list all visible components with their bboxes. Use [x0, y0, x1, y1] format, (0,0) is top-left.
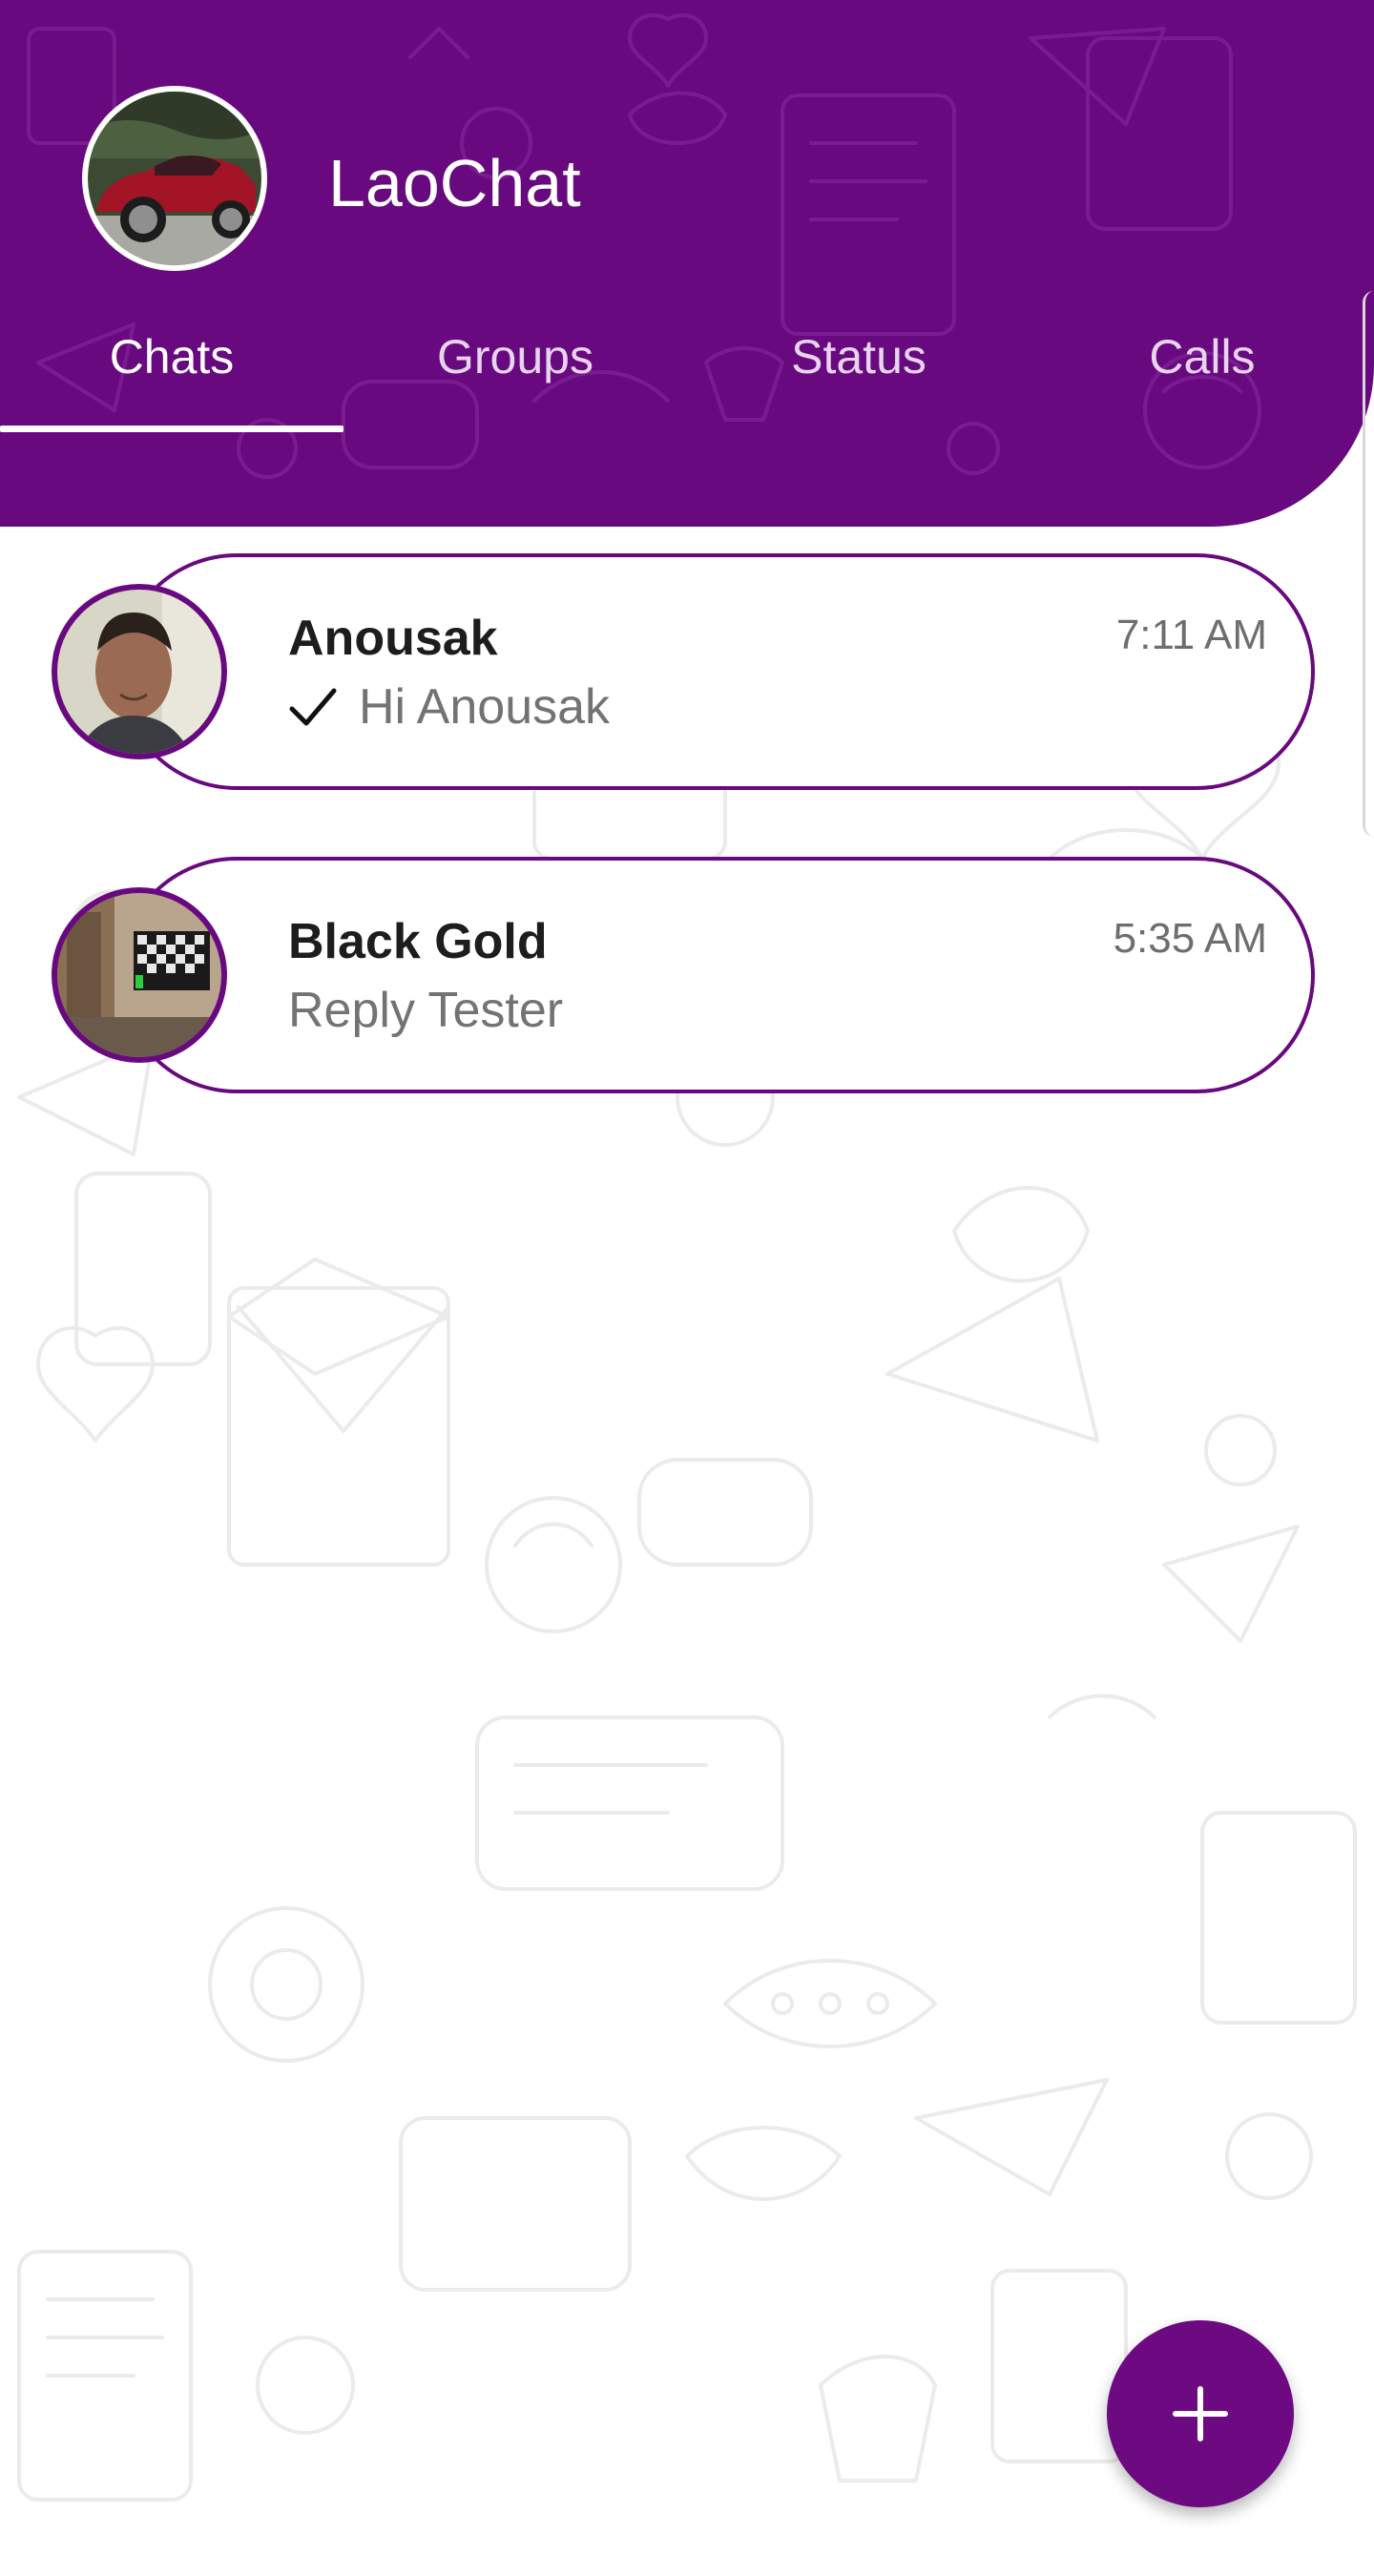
- profile-avatar[interactable]: [82, 86, 267, 271]
- tab-bar: Chats Groups Status Calls: [0, 315, 1374, 433]
- tab-groups[interactable]: Groups: [344, 315, 687, 433]
- chat-name: Black Gold: [288, 914, 548, 969]
- tab-groups-label: Groups: [437, 330, 593, 384]
- chat-list-screen: LaoChat Chats Groups Status Calls 7:11 A…: [0, 0, 1374, 2576]
- person-photo: [57, 590, 221, 754]
- chat-preview-text: Hi Anousak: [359, 679, 611, 735]
- tab-calls[interactable]: Calls: [1030, 315, 1374, 433]
- profile-photo-red-car: [88, 92, 261, 265]
- plus-icon: [1173, 2386, 1228, 2441]
- app-title: LaoChat: [328, 146, 581, 220]
- chat-preview-text: Reply Tester: [288, 983, 564, 1038]
- chat-time: 7:11 AM: [1115, 612, 1267, 658]
- tab-status[interactable]: Status: [687, 315, 1030, 433]
- chat-item-card: 5:35 AM: [118, 857, 1315, 1093]
- chat-avatar[interactable]: [52, 584, 227, 759]
- tab-chats[interactable]: Chats: [0, 315, 344, 433]
- chat-preview: Reply Tester: [288, 981, 563, 1040]
- chat-name: Anousak: [288, 611, 498, 666]
- tab-calls-label: Calls: [1149, 330, 1256, 384]
- new-chat-button[interactable]: [1107, 2320, 1294, 2507]
- chat-item-anousak[interactable]: 7:11 AM Anousak Hi Anousak: [52, 553, 1315, 790]
- chat-time: 5:35 AM: [1113, 915, 1267, 962]
- chat-preview: Hi Anousak: [288, 677, 610, 737]
- chat-avatar[interactable]: [52, 887, 227, 1063]
- chat-item-card: 7:11 AM: [118, 553, 1315, 790]
- tab-status-label: Status: [791, 330, 926, 384]
- tab-chats-label: Chats: [109, 330, 235, 384]
- app-header: LaoChat Chats Groups Status Calls: [0, 0, 1374, 527]
- side-scroll-edge: [1363, 291, 1374, 837]
- room-photo: [57, 893, 221, 1057]
- active-tab-indicator: [0, 426, 344, 432]
- check-icon: [289, 688, 337, 726]
- chat-item-black-gold[interactable]: 5:35 AM Black Gold Reply Tester: [52, 857, 1315, 1093]
